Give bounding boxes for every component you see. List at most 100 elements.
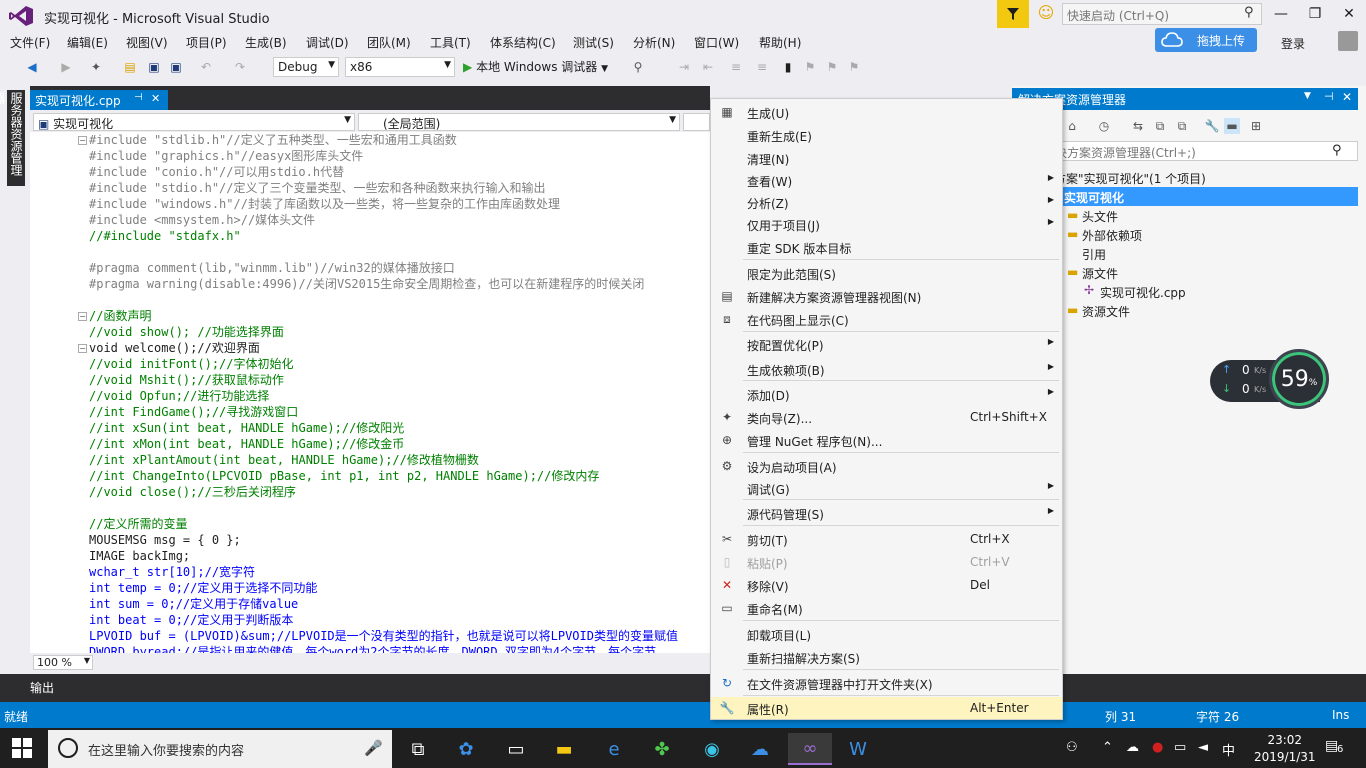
menu-analyze[interactable]: 分析(N) (633, 34, 675, 51)
menu-architecture[interactable]: 体系结构(C) (490, 34, 556, 51)
show-all-files-icon[interactable]: ⧉ (1174, 118, 1190, 134)
menu-project[interactable]: 项目(P) (186, 34, 227, 51)
menu-item-class-wizard[interactable]: ✦ 类向导(Z)... Ctrl+Shift+X (711, 406, 1062, 428)
menu-item-new-view[interactable]: ▤ 新建解决方案资源管理器视图(N) (711, 285, 1062, 307)
menu-tools[interactable]: 工具(T) (430, 34, 471, 51)
collapse-icon[interactable]: − (78, 312, 87, 321)
cloud-tray-icon[interactable]: ☁ (1126, 740, 1139, 755)
step-icon[interactable]: ⇥ (676, 59, 692, 75)
battery-icon[interactable]: ▭ (1174, 740, 1186, 755)
undo-icon[interactable]: ↶ (198, 59, 214, 75)
visual-studio-task-icon[interactable]: ∞ (788, 733, 832, 765)
notification-flag-icon[interactable] (997, 0, 1029, 28)
collapse-icon[interactable]: − (78, 344, 87, 353)
menu-build[interactable]: 生成(B) (245, 34, 287, 51)
close-icon[interactable]: ✕ (1342, 90, 1352, 104)
menu-view[interactable]: 视图(V) (126, 34, 168, 51)
volume-icon[interactable]: ◄ (1198, 740, 1208, 755)
menu-team[interactable]: 团队(M) (367, 34, 411, 51)
menu-item-remove[interactable]: ✕ 移除(V) Del (711, 574, 1062, 596)
menu-item-properties[interactable]: 🔧 属性(R) Alt+Enter (711, 697, 1062, 719)
tree-item-resources[interactable]: 资源文件 (1082, 303, 1130, 320)
config-select[interactable]: Debug ▼ (273, 57, 339, 77)
tab-source-file[interactable]: 实现可视化.cpp ⊣ ✕ (30, 90, 168, 110)
tree-item-project[interactable]: 实现可视化 (1064, 189, 1124, 206)
tree-item-cpp-file[interactable]: 实现可视化.cpp (1100, 284, 1186, 301)
close-button[interactable]: ✕ (1332, 2, 1366, 26)
menu-item-retarget-sdk[interactable]: 重定 SDK 版本目标 (711, 236, 1062, 258)
collapse-icon[interactable]: − (78, 136, 87, 145)
menu-item-clean[interactable]: 清理(N) (711, 147, 1062, 169)
collapse-all-icon[interactable]: ⧉ (1152, 118, 1168, 134)
find-in-files-icon[interactable]: ⚲ (630, 59, 646, 75)
comment-icon[interactable]: ≡ (728, 59, 744, 75)
menu-window[interactable]: 窗口(W) (694, 34, 739, 51)
member-nav-select[interactable] (683, 113, 710, 131)
menu-item-cut[interactable]: ✂ 剪切(T) Ctrl+X (711, 528, 1062, 550)
open-folder-icon[interactable]: ▤ (122, 59, 138, 75)
quick-launch-input[interactable]: 快速启动 (Ctrl+Q) (1062, 3, 1262, 25)
next-bookmark-icon[interactable]: ⚑ (824, 59, 840, 75)
menu-item-rename[interactable]: ▭ 重命名(M) (711, 597, 1062, 619)
restore-button[interactable]: ❐ (1298, 2, 1332, 26)
menu-item-paste[interactable]: ▯ 粘贴(P) Ctrl+V (711, 551, 1062, 573)
file-explorer-icon[interactable]: ▬ (542, 733, 586, 765)
class-view-icon[interactable]: ⊞ (1248, 118, 1264, 134)
solution-search-input[interactable]: 搜索解决方案资源管理器(Ctrl+;) (1012, 141, 1358, 161)
tree-item-headers[interactable]: 头文件 (1082, 208, 1118, 225)
tree-item-external-deps[interactable]: 外部依赖项 (1082, 227, 1142, 244)
menu-item-unload[interactable]: 卸载项目(L) (711, 623, 1062, 645)
step-over-icon[interactable]: ⇤ (700, 59, 716, 75)
back-icon[interactable]: ◀ (24, 59, 40, 75)
menu-item-code-map[interactable]: ⧈ 在代码图上显示(C) (711, 308, 1062, 330)
edge-browser-icon[interactable]: e (592, 733, 636, 765)
search-icon[interactable]: ⚲ (1244, 5, 1254, 20)
menu-item-scope[interactable]: 限定为此范围(S) (711, 262, 1062, 284)
server-explorer-tab[interactable]: 服务器资源管理器 (0, 90, 25, 186)
menu-item-build-deps[interactable]: 生成依赖项(B) ▶ (711, 358, 1062, 380)
ime-indicator[interactable]: 中 (1222, 740, 1235, 759)
uncomment-icon[interactable]: ≡ (754, 59, 770, 75)
sync-icon[interactable]: ⇆ (1130, 118, 1146, 134)
prev-bookmark-icon[interactable]: ⚑ (802, 59, 818, 75)
avatar[interactable] (1338, 31, 1358, 51)
cloud-app-icon[interactable]: ☁ (738, 733, 782, 765)
wps-icon[interactable]: W (836, 733, 880, 765)
menu-debug[interactable]: 调试(D) (306, 34, 349, 51)
scope-nav-select[interactable]: (全局范围) ▼ (358, 113, 680, 131)
tree-item-references[interactable]: 引用 (1082, 246, 1106, 263)
chevron-down-icon[interactable]: ▼ (1304, 91, 1311, 101)
task-view-icon[interactable]: ⧉ (396, 733, 440, 765)
menu-item-rebuild[interactable]: 重新生成(E) (711, 124, 1062, 146)
menu-item-debug[interactable]: 调试(G) ▶ (711, 477, 1062, 499)
bookmark-icon[interactable]: ▮ (780, 59, 796, 75)
menu-item-project-only[interactable]: 仅用于项目(J) ▶ (711, 213, 1062, 235)
login-link[interactable]: 登录 (1281, 35, 1305, 52)
project-nav-select[interactable]: ▣ 实现可视化 ▼ (33, 113, 355, 131)
menu-item-rescan[interactable]: 重新扫描解决方案(S) (711, 646, 1062, 668)
redo-icon[interactable]: ↷ (232, 59, 248, 75)
menu-file[interactable]: 文件(F) (10, 34, 50, 51)
game-app-icon[interactable]: ◉ (690, 733, 734, 765)
zoom-select[interactable]: 100 % ▼ (33, 655, 93, 670)
close-icon[interactable]: ✕ (151, 92, 160, 105)
save-all-icon[interactable]: ▣ (168, 59, 184, 75)
new-project-icon[interactable]: ✦ (88, 59, 104, 75)
forward-icon[interactable]: ▶ (58, 59, 74, 75)
clear-bookmark-icon[interactable]: ⚑ (846, 59, 862, 75)
qq-icon[interactable]: ● (1152, 740, 1163, 755)
taskbar-search-input[interactable]: 在这里输入你要搜索的内容 🎤 (48, 730, 392, 768)
baidu-netdisk-icon[interactable]: ✿ (444, 733, 488, 765)
menu-item-set-startup[interactable]: ⚙ 设为启动项目(A) (711, 455, 1062, 477)
chevron-up-icon[interactable]: ⌃ (1102, 740, 1113, 755)
memory-usage-gauge[interactable]: 59% (1269, 349, 1329, 409)
minimize-button[interactable]: — (1264, 2, 1298, 26)
tree-item-sources[interactable]: 源文件 (1082, 265, 1118, 282)
window-app-icon[interactable]: ▭ (494, 733, 538, 765)
search-icon[interactable]: ⚲ (1332, 143, 1342, 158)
menu-item-analyze[interactable]: 分析(Z) ▶ (711, 191, 1062, 213)
menu-help[interactable]: 帮助(H) (759, 34, 801, 51)
properties-wrench-icon[interactable]: 🔧 (1204, 118, 1220, 134)
tab-output[interactable]: 输出 (30, 679, 54, 696)
platform-select[interactable]: x86 ▼ (345, 57, 455, 77)
